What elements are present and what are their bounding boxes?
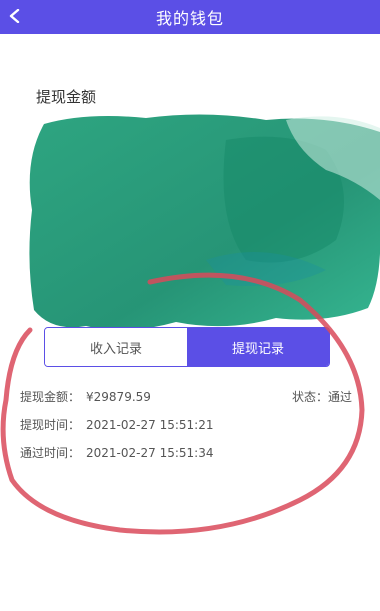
page-title: 我的钱包 — [155, 9, 224, 28]
record-withdraw-time-label: 提现时间： — [20, 418, 81, 432]
withdraw-record: 提现金额： ¥29879.59 状态：通过 提现时间： 2021-02-27 15:… — [20, 386, 360, 470]
back-button[interactable] — [6, 4, 24, 28]
record-approve-time-row: 通过时间： 2021-02-27 15:51:34 — [20, 442, 360, 470]
record-status: 状态：通过 — [292, 386, 352, 408]
back-arrow-icon — [9, 9, 20, 23]
record-approve-time-label: 通过时间： — [20, 446, 81, 460]
withdraw-amount-label: 提现金额 — [36, 88, 97, 106]
record-status-label: 状态： — [291, 390, 328, 404]
record-status-value: 通过 — [327, 390, 352, 404]
record-withdraw-time-value: 2021-02-27 15:51:21 — [86, 418, 214, 432]
record-amount-label: 提现金额： — [20, 390, 81, 404]
record-withdraw-time-row: 提现时间： 2021-02-27 15:51:21 — [20, 414, 360, 442]
redaction-blot — [29, 114, 380, 331]
tab-income-records[interactable]: 收入记录 — [45, 328, 187, 366]
record-amount-value: ¥29879.59 — [86, 390, 151, 404]
header-bar: 我的钱包 — [0, 0, 380, 34]
record-tabs: 收入记录 提现记录 — [44, 327, 330, 367]
record-amount-row: 提现金额： ¥29879.59 状态：通过 — [20, 386, 360, 414]
tab-withdraw-records[interactable]: 提现记录 — [187, 328, 329, 366]
record-approve-time-value: 2021-02-27 15:51:34 — [86, 446, 214, 460]
